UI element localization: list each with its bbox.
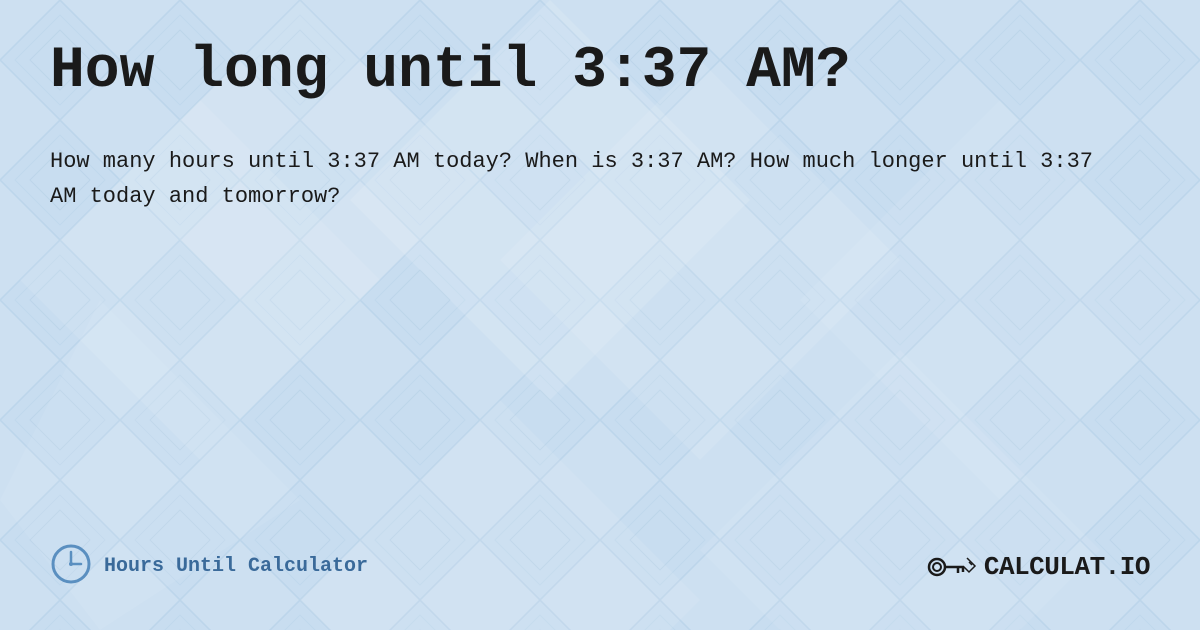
- calculat-brand-text: CALCULAT.IO: [984, 552, 1150, 582]
- calculat-icon: [925, 548, 980, 586]
- page-footer: Hours Until Calculator CALCULA: [50, 543, 1150, 600]
- page-description: How many hours until 3:37 AM today? When…: [50, 144, 1100, 214]
- calculat-logo: CALCULAT.IO: [925, 548, 1150, 586]
- page-title: How long until 3:37 AM?: [50, 40, 1150, 104]
- footer-branding-left: Hours Until Calculator: [50, 543, 368, 590]
- footer-calculator-label: Hours Until Calculator: [104, 555, 368, 578]
- clock-icon: [50, 543, 92, 590]
- page-content: How long until 3:37 AM? How many hours u…: [0, 0, 1200, 630]
- footer-branding-right: CALCULAT.IO: [925, 548, 1150, 586]
